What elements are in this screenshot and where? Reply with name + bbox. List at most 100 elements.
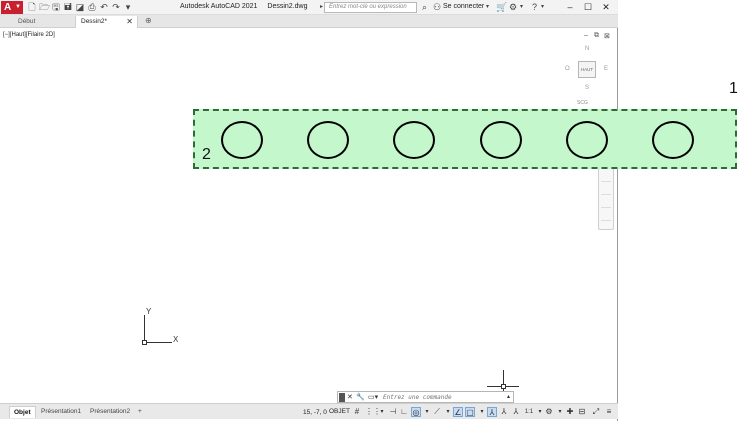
maximize-icon[interactable]: ☐ [580,1,596,13]
callout-1: 1 [729,80,738,97]
window-title: Autodesk AutoCAD 2021 Dessin2.dwg [180,3,307,10]
cursor-coordinates[interactable]: 15, -7, 0 [303,409,327,416]
annotation-autoscale-icon[interactable]: ⅄ [499,407,509,417]
search-expand-icon[interactable]: ▸ [320,3,323,10]
viewcube-south[interactable]: S [585,85,589,91]
snap-icon[interactable]: ⋮⋮ [365,407,381,417]
navigation-bar[interactable] [598,168,614,230]
annotation-ratio-icon[interactable]: 1:1 [524,407,534,417]
drawing-circle[interactable] [307,121,349,159]
pan-icon[interactable] [601,185,611,195]
isodraft-icon[interactable]: ⟋ [432,407,442,417]
minimize-icon[interactable]: – [562,1,578,13]
viewport-controls-label[interactable]: [−][Haut][Filaire 2D] [3,32,55,38]
drawing-circle[interactable] [393,121,435,159]
command-line[interactable]: ✕ 🔧 ▭▾ ▴ [337,391,514,403]
chevron-down-icon[interactable]: ▾ [443,407,453,417]
chevron-down-icon[interactable]: ▾ [541,2,544,13]
ucs-x-axis [144,342,172,343]
command-line-grip[interactable] [339,393,345,402]
status-bar: Objet Présentation1 Présentation2 + 15, … [0,403,618,419]
quick-access-toolbar: 🗋 🗁 🖫 🖬 ◪ ⎙ ↶ ↷ ▾ [27,2,133,13]
chevron-up-icon[interactable]: ▴ [507,393,510,400]
plus-icon[interactable]: ✚ [565,407,575,417]
recent-commands-icon[interactable]: ▭▾ [368,392,378,403]
autodesk-app-icon[interactable]: ⚙ [509,2,517,13]
app-logo-letter: A [4,2,12,13]
command-input[interactable] [383,393,503,402]
wrench-icon[interactable]: 🔧 [356,392,365,403]
zoom-icon[interactable] [601,198,611,208]
close-icon[interactable]: ✕ [598,1,614,13]
chevron-down-icon: ▼ [15,4,21,10]
user-icon: ⚇ [433,2,442,12]
layout-tab-objet[interactable]: Objet [9,406,36,418]
isolate-objects-icon[interactable]: ⊟ [577,407,587,417]
layout-tab-label: Présentation2 [90,408,131,415]
open-folder-icon[interactable]: 🗁 [39,2,50,12]
application-menu-button[interactable]: A ▼ [1,1,23,14]
fullscreen-icon[interactable]: ⤢ [591,407,601,417]
chevron-down-icon[interactable]: ▾ [555,407,565,417]
close-viewport-icon[interactable]: ⊠ [604,32,610,40]
add-tab-icon[interactable]: ⊕ [145,16,152,25]
grid-icon[interactable]: # [352,407,362,417]
orbit-icon[interactable] [601,211,611,221]
restore-viewport-icon[interactable]: ⧉ [594,32,599,40]
ucs-y-label: Y [146,307,152,316]
ortho-icon[interactable]: ∟ [399,407,409,417]
infer-constraints-icon[interactable]: ⊣ [388,407,398,417]
annotation-scale-icon[interactable]: ⅄ [511,407,521,417]
chevron-down-icon[interactable]: ▾ [520,2,523,13]
close-icon[interactable]: ✕ [126,16,133,27]
chevron-down-icon[interactable]: ▾ [377,407,387,417]
drawing-circle[interactable] [480,121,522,159]
search-input[interactable]: Entrez mot-clé ou expression [324,2,417,13]
drawing-circle[interactable] [652,121,694,159]
polar-tracking-icon[interactable]: ◎ [411,407,421,417]
tab-debut[interactable]: Début [0,16,76,28]
layout-tab-presentation2[interactable]: Présentation2 [86,406,134,418]
ucs-x-label: X [173,335,179,344]
minimize-viewport-icon[interactable]: – [584,32,588,39]
chevron-down-icon[interactable]: ▾ [486,2,489,13]
gear-icon[interactable]: ⚙ [544,407,554,417]
redo-icon[interactable]: ↷ [111,2,121,12]
viewcube-face-top[interactable]: HAUT [578,61,596,78]
tab-dessin2[interactable]: Dessin2* ✕ [76,16,138,28]
viewcube-north[interactable]: N [585,46,589,52]
viewcube-ucs-menu[interactable]: SCG [577,100,588,106]
layout-tab-presentation1[interactable]: Présentation1 [37,406,85,418]
file-tab-bar: Début Dessin2* ✕ ⊕ [0,15,618,28]
viewcube-east[interactable]: E [604,66,608,72]
chevron-down-icon[interactable]: ▾ [422,407,432,417]
save-icon[interactable]: 🖫 [51,2,61,12]
undo-icon[interactable]: ↶ [99,2,109,12]
save-as-icon[interactable]: 🖬 [63,2,73,12]
cart-icon[interactable]: 🛒 [496,2,507,13]
web-mobile-icon[interactable]: ◪ [75,2,85,12]
chevron-down-icon[interactable]: ▾ [477,407,487,417]
print-icon[interactable]: ⎙ [87,2,97,12]
new-file-icon[interactable]: 🗋 [27,2,37,12]
app-name: Autodesk AutoCAD 2021 [180,3,258,10]
ucs-origin [142,340,147,345]
callout-2: 2 [202,146,211,163]
search-icon[interactable]: ⌕ [422,2,427,13]
drawing-circle[interactable] [566,121,608,159]
drawing-circle[interactable] [221,121,263,159]
tab-label: Début [18,18,36,25]
help-icon[interactable]: ? [532,2,537,13]
viewcube-west[interactable]: O [565,66,570,72]
customize-menu-icon[interactable]: ≡ [604,407,614,417]
annotation-visibility-icon[interactable]: ⅄ [487,407,497,417]
autocad-window: A ▼ 🗋 🗁 🖫 🖬 ◪ ⎙ ↶ ↷ ▾ Autodesk AutoCAD 2… [0,0,618,421]
add-layout-button[interactable]: + [134,406,146,418]
close-icon[interactable]: ✕ [347,392,353,403]
model-space-button[interactable]: OBJET [329,408,350,415]
signin-button[interactable]: Se connecter [443,3,484,10]
customize-toolbar-icon[interactable]: ▾ [123,2,133,12]
object-snap-icon[interactable]: ▢ [465,407,475,417]
object-snap-tracking-icon[interactable]: ∠ [453,407,463,417]
steering-wheel-icon[interactable] [601,172,611,182]
